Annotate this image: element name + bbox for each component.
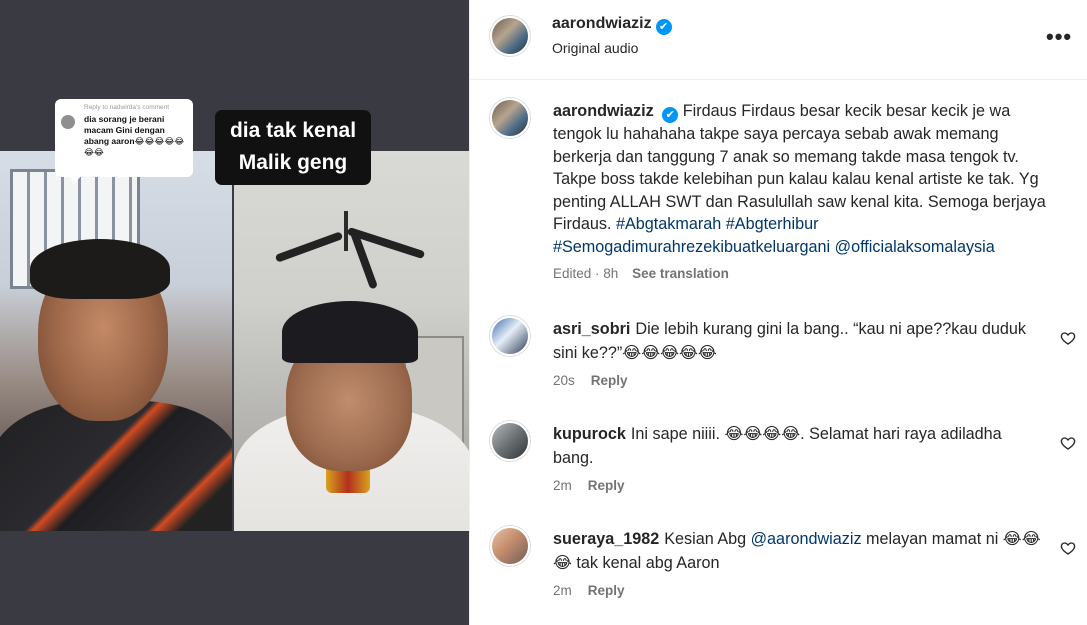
author-username-row: aarondwiaziz ✔ [552,15,672,35]
verified-badge-icon: ✔ [655,19,672,35]
comment-timestamp[interactable]: 2m [553,478,572,493]
fan-blade [274,231,344,263]
caption-username[interactable]: aarondwiaziz [553,102,654,120]
reply-sticker-avatar [61,115,75,129]
author-username[interactable]: aarondwiaziz [552,15,652,32]
person-left-hair [30,239,170,299]
overlay-caption-line: dia tak kenal [229,119,357,142]
reply-button[interactable]: Reply [588,583,625,598]
comment-text-block: asri_sobri Die lebih kurang gini la bang.… [553,318,1043,365]
post-header: aarondwiaziz ✔ Original audio ••• [470,0,1087,80]
original-audio-link[interactable]: Original audio [552,40,638,56]
commenter-avatar[interactable] [490,421,530,461]
video-right-frame [234,151,469,531]
reply-sticker-header: Reply to nadwirda's comment [84,104,170,111]
comment-text-block: kupurock Ini sape niiii. 😂😂😂😂. Selamat ha… [553,423,1043,470]
comment-timestamp[interactable]: 2m [553,583,572,598]
video-left-frame [0,151,232,531]
mention-link[interactable]: @officialaksomalaysia [835,238,995,256]
commenter-username[interactable]: kupurock [553,425,626,443]
comment-text-block: sueraya_1982 Kesian Abg @aarondwiaziz mel… [553,528,1043,575]
reel-video[interactable]: Reply to nadwirda's comment dia sorang j… [0,0,469,625]
see-translation-button[interactable]: See translation [632,266,729,281]
overlay-caption-line: Malik geng [238,151,348,174]
caption-meta: Edited · 8h See translation [553,266,729,281]
comments-panel: aarondwiaziz ✔ Original audio ••• aarondw… [469,0,1087,625]
like-heart-icon[interactable] [1060,330,1076,346]
commenter-avatar[interactable] [490,316,530,356]
more-options-icon[interactable]: ••• [1046,24,1072,50]
video-overlay-caption: dia tak kenal Malik geng [215,110,371,185]
reply-button[interactable]: Reply [588,478,625,493]
caption-text-block: aarondwiaziz ✔ Firdaus Firdaus besar kec… [553,100,1058,259]
comment-item: sueraya_1982 Kesian Abg @aarondwiaziz mel… [470,526,1087,625]
comment-meta: 2m Reply [553,478,625,493]
comment-item: asri_sobri Die lebih kurang gini la bang.… [470,316,1087,416]
like-heart-icon[interactable] [1060,435,1076,451]
hashtag-link[interactable]: #Abgtakmarah [616,215,721,233]
caption-text: Firdaus Firdaus besar kecik besar kecik … [553,102,1046,234]
reply-comment-sticker: Reply to nadwirda's comment dia sorang j… [55,99,193,183]
comment-item: kupurock Ini sape niiii. 😂😂😂😂. Selamat ha… [470,421,1087,521]
comment-meta: 20s Reply [553,373,628,388]
comment-timestamp[interactable]: 20s [553,373,575,388]
verified-badge-icon: ✔ [662,107,679,123]
comment-meta: 2m Reply [553,583,625,598]
author-avatar[interactable] [490,16,530,56]
commenter-username[interactable]: asri_sobri [553,320,630,338]
like-heart-icon[interactable] [1060,540,1076,556]
mention-link[interactable]: @aarondwiaziz [751,530,862,548]
commenter-avatar[interactable] [490,526,530,566]
reply-button[interactable]: Reply [591,373,628,388]
caption-author-avatar[interactable] [490,98,530,138]
comment-text: Kesian Abg [664,530,751,548]
reply-sticker-text: dia sorang je berani macam Gini dengan a… [84,114,185,157]
caption-timestamp[interactable]: Edited · 8h [553,266,618,281]
person-right-cap [282,301,418,363]
commenter-username[interactable]: sueraya_1982 [553,530,659,548]
hashtag-link[interactable]: #Semogadimurahrezekibuatkeluargani [553,238,830,256]
hashtag-link[interactable]: #Abgterhibur [726,215,819,233]
